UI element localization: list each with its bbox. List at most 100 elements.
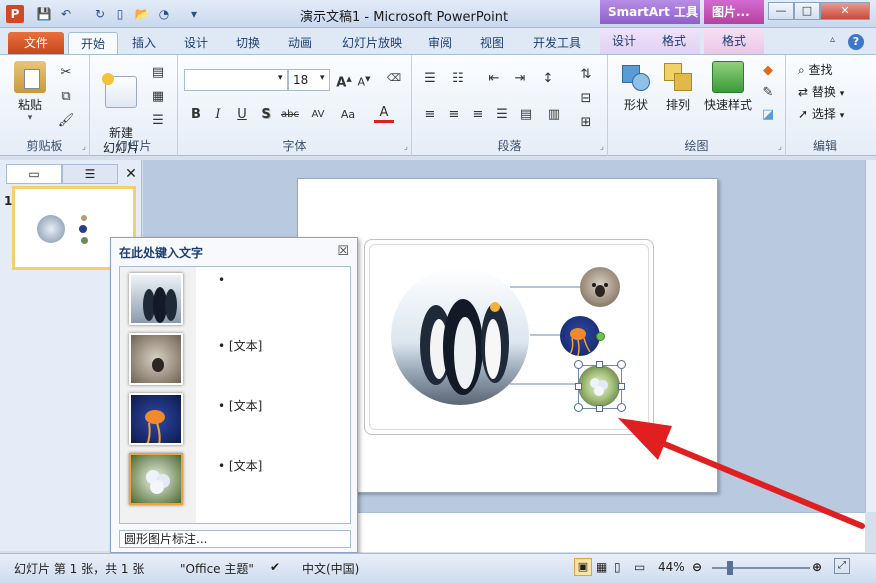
italic-button[interactable]: I (208, 105, 228, 125)
select-button[interactable]: ➚ 选择 ▾ (798, 105, 844, 122)
columns-icon[interactable]: ▥ (544, 105, 564, 125)
decrease-indent-icon[interactable]: ⇤ (484, 69, 504, 89)
tab-insert[interactable]: 插入 (124, 32, 164, 54)
cut-icon[interactable]: ✂ (56, 63, 76, 83)
shape-fill-icon[interactable]: ◆ (758, 61, 778, 81)
text-pane-item-4[interactable]: • [文本] (218, 457, 262, 474)
tab-file[interactable]: 文件 (8, 32, 64, 54)
shapes-button[interactable]: 形状 (616, 61, 656, 113)
help-icon[interactable]: ? (848, 34, 864, 50)
customize-qat-icon[interactable]: ◔ (156, 6, 172, 22)
justify-icon[interactable]: ☰ (492, 105, 512, 125)
tab-review[interactable]: 审阅 (420, 32, 460, 54)
spell-check-icon[interactable]: ✔ (270, 560, 280, 574)
copy-icon[interactable]: ⧉ (56, 87, 76, 107)
numbering-icon[interactable]: ☷ (448, 69, 468, 89)
align-text-icon[interactable]: ⊟ (576, 89, 596, 109)
resize-handle-tl[interactable] (574, 360, 583, 369)
resize-handle-l[interactable] (575, 383, 582, 390)
zoom-out-icon[interactable]: ⊖ (692, 560, 702, 574)
replace-button[interactable]: ⇄ 替换 ▾ (798, 83, 844, 100)
zoom-in-icon[interactable]: ⊕ (812, 560, 822, 574)
fit-to-window-icon[interactable]: ⤢ (834, 558, 850, 574)
smartart-text-pane[interactable]: 在此处键入文字 ☒ • • [文本] • [文本] • [文本] 圆形图片标注.… (110, 237, 358, 553)
align-left-icon[interactable]: ≡ (420, 105, 440, 125)
save-icon[interactable]: 💾 (36, 6, 52, 22)
bullets-icon[interactable]: ☰ (420, 69, 440, 89)
outline-tab-icon[interactable]: ☰ (62, 164, 118, 184)
grow-font-icon[interactable]: A▲ (334, 69, 354, 90)
hydrangeas-thumb-icon[interactable] (129, 453, 183, 505)
tab-smartart-design[interactable]: 设计 (600, 28, 648, 54)
text-pane-item-2[interactable]: • [文本] (218, 337, 262, 354)
jellyfish-picture-circle[interactable] (560, 316, 600, 356)
close-button[interactable]: ✕ (820, 2, 870, 20)
open-folder-icon[interactable]: 📂 (134, 6, 150, 22)
arrange-button[interactable]: 排列 (658, 61, 698, 113)
new-slide-button[interactable]: 新建 幻灯片 (96, 61, 146, 171)
undo-icon[interactable]: ↶ (58, 6, 74, 22)
section-icon[interactable]: ☰ (148, 111, 168, 131)
qat-dropdown-icon[interactable]: ▾ (186, 6, 202, 22)
close-pane-icon[interactable]: ✕ (122, 164, 140, 184)
drawing-launcher-icon[interactable]: ⌟ (778, 142, 782, 152)
tab-transitions[interactable]: 切换 (228, 32, 268, 54)
tab-picture-format[interactable]: 格式 (704, 28, 764, 54)
font-size-dropdown-icon[interactable]: ▾ (320, 73, 325, 83)
convert-smartart-icon[interactable]: ⊞ (576, 113, 596, 133)
normal-view-icon[interactable]: ▣ (574, 558, 592, 576)
char-spacing-button[interactable]: AV (306, 105, 330, 125)
penguins-thumb-icon[interactable] (129, 273, 183, 325)
resize-handle-bl[interactable] (574, 403, 583, 412)
zoom-slider-thumb[interactable] (727, 561, 733, 575)
redo-icon[interactable]: ↻ (92, 6, 108, 22)
increase-indent-icon[interactable]: ⇥ (510, 69, 530, 89)
align-right-icon[interactable]: ≡ (468, 105, 488, 125)
new-document-icon[interactable]: ▯ (112, 6, 128, 22)
slide-sorter-icon[interactable]: ▦ (596, 560, 607, 574)
find-button[interactable]: ⌕ 查找 (798, 61, 833, 78)
font-color-button[interactable]: A (374, 103, 394, 123)
zoom-level[interactable]: 44% (658, 560, 685, 574)
resize-handle-r[interactable] (618, 383, 625, 390)
rotate-handle[interactable] (596, 332, 605, 341)
font-name-combo[interactable] (184, 69, 288, 91)
penguins-picture-circle[interactable] (391, 267, 529, 405)
clear-format-icon[interactable]: ⌫ (384, 69, 404, 89)
distributed-icon[interactable]: ▤ (516, 105, 536, 125)
slides-tab-icon[interactable]: ▭ (6, 164, 62, 184)
text-pane-item-3[interactable]: • [文本] (218, 397, 262, 414)
tab-developer[interactable]: 开发工具 (524, 32, 590, 54)
reset-icon[interactable]: ▦ (148, 87, 168, 107)
line-spacing-icon[interactable]: ↕ (538, 69, 558, 89)
maximize-button[interactable]: □ (794, 2, 820, 20)
quick-styles-button[interactable]: 快速样式 (700, 61, 756, 113)
shape-outline-icon[interactable]: ✎ (758, 83, 778, 103)
shape-effects-icon[interactable]: ◪ (758, 105, 778, 125)
text-pane-close-icon[interactable]: ☒ (337, 244, 349, 259)
bold-button[interactable]: B (186, 105, 206, 125)
align-center-icon[interactable]: ≡ (444, 105, 464, 125)
resize-handle-tr[interactable] (617, 360, 626, 369)
slideshow-view-icon[interactable]: ▭ (634, 560, 645, 574)
tab-view[interactable]: 视图 (472, 32, 512, 54)
powerpoint-app-icon[interactable]: P (6, 5, 24, 23)
koala-thumb-icon[interactable] (129, 333, 183, 385)
strikethrough-button[interactable]: abc (278, 105, 302, 125)
reading-view-icon[interactable]: ▯ (614, 560, 621, 574)
resize-handle-t[interactable] (596, 361, 603, 368)
tab-slideshow[interactable]: 幻灯片放映 (334, 32, 410, 54)
tab-design[interactable]: 设计 (176, 32, 216, 54)
font-launcher-icon[interactable]: ⌟ (404, 142, 408, 152)
paragraph-launcher-icon[interactable]: ⌟ (600, 142, 604, 152)
jellyfish-thumb-icon[interactable] (129, 393, 183, 445)
text-direction-icon[interactable]: ⇅ (576, 65, 596, 85)
koala-picture-circle[interactable] (580, 267, 620, 307)
format-painter-icon[interactable]: 🖌 (56, 111, 76, 131)
tab-animations[interactable]: 动画 (280, 32, 320, 54)
text-pane-item-1[interactable]: • (218, 273, 225, 287)
paste-button[interactable]: 粘贴 ▾ (10, 61, 50, 123)
minimize-button[interactable]: — (768, 2, 794, 20)
shadow-button[interactable]: S (256, 105, 276, 125)
tab-home[interactable]: 开始 (68, 32, 118, 54)
